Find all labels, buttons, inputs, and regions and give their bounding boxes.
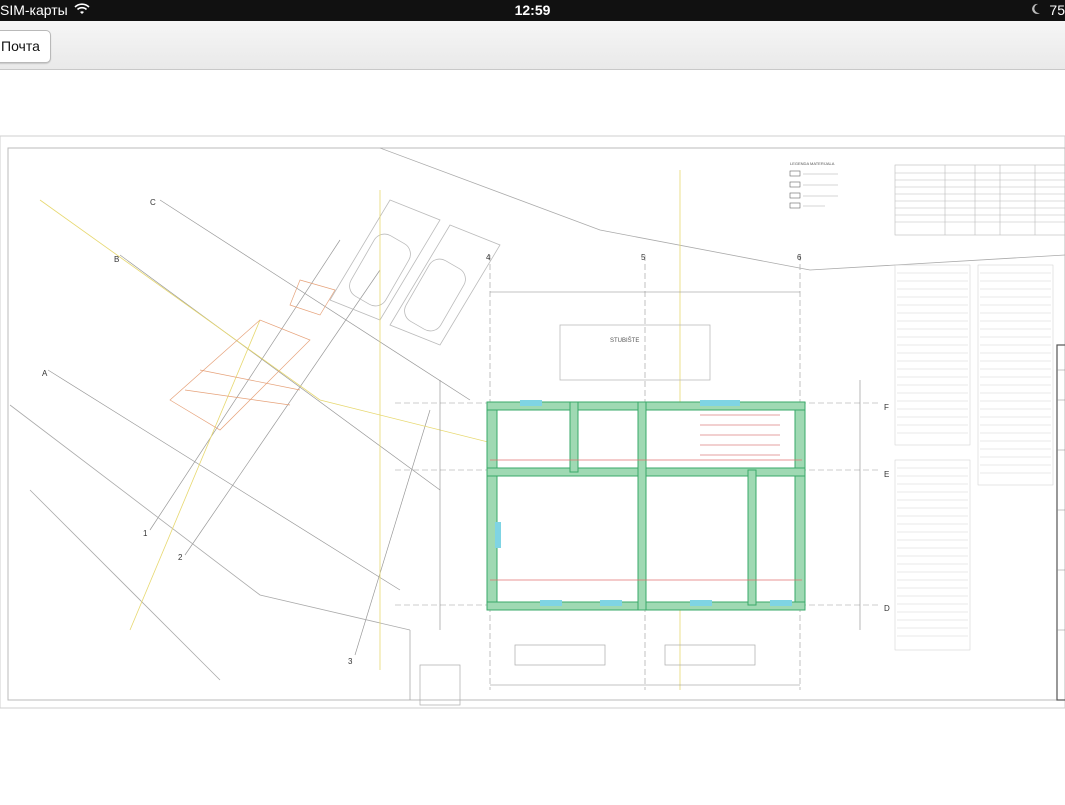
back-button[interactable]: Почта (0, 30, 51, 63)
axis-label-3: 3 (348, 657, 353, 666)
room-label-top: STUBIŠTE (610, 337, 639, 344)
clock: 12:59 (514, 2, 551, 18)
axis-label-2: 2 (178, 553, 183, 562)
moon-icon (1031, 2, 1041, 18)
status-right: 75 (1031, 2, 1065, 18)
architectural-drawing: STUBIŠTE 4 5 6 F E D C B A 1 2 3 LEGENDA… (0, 135, 1065, 709)
axis-label-5: 5 (641, 253, 646, 262)
axis-label-A: A (42, 369, 48, 378)
document-viewer[interactable]: STUBIŠTE 4 5 6 F E D C B A 1 2 3 LEGENDA… (0, 70, 1065, 800)
axis-label-6: 6 (797, 253, 802, 262)
axis-label-F: F (884, 403, 889, 412)
axis-label-D: D (884, 604, 890, 613)
axis-label-B: B (114, 255, 119, 264)
axis-label-4: 4 (486, 253, 491, 262)
axis-label-E: E (884, 470, 889, 479)
axis-label-C: C (150, 198, 156, 207)
toolbar: Почта (0, 21, 1065, 70)
axis-label-1: 1 (143, 529, 148, 538)
legend-title: LEGENDA MATERIJALA (790, 161, 835, 166)
battery-percent: 75 (1049, 2, 1065, 18)
status-bar: SIM-карты 12:59 75 (0, 0, 1065, 21)
